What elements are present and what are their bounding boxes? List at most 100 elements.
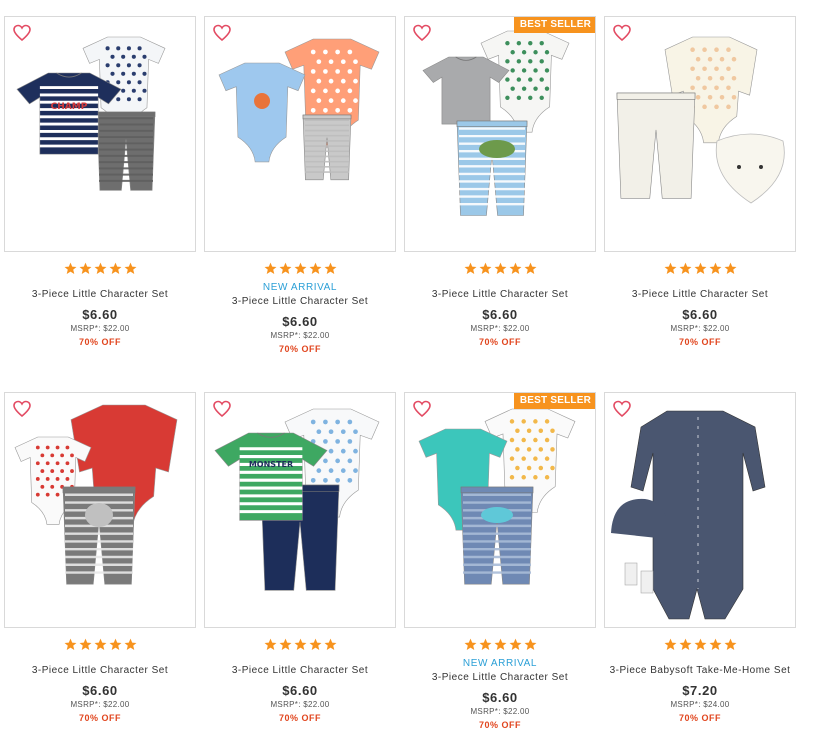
star-icon	[464, 638, 477, 651]
product-info: NEW ARRIVAL 3-Piece Little Character Set…	[404, 657, 596, 732]
star-icon	[94, 262, 107, 275]
wishlist-heart-icon[interactable]	[612, 400, 632, 418]
product-image[interactable]: BEST SELLER	[404, 392, 596, 628]
product-image[interactable]	[204, 16, 396, 252]
star-icon	[279, 638, 292, 651]
product-msrp: MSRP*: $22.00	[70, 324, 130, 333]
star-icon	[294, 262, 307, 275]
product-info: 3-Piece Little Character Set $6.60 MSRP*…	[204, 664, 396, 725]
star-icon	[309, 262, 322, 275]
navy-striped-tee-set-icon: CHAMP	[16, 36, 166, 191]
star-icon	[64, 262, 77, 275]
wishlist-heart-icon[interactable]	[212, 400, 232, 418]
star-icon	[264, 638, 277, 651]
product-msrp: MSRP*: $22.00	[470, 324, 530, 333]
discount-label: 70% OFF	[78, 713, 121, 723]
discount-label: 70% OFF	[478, 337, 521, 347]
product-info: 3-Piece Babysoft Take-Me-Home Set $7.20 …	[604, 664, 796, 725]
product-name[interactable]: 3-Piece Little Character Set	[604, 288, 796, 302]
star-icon	[709, 638, 722, 651]
product-info: 3-Piece Little Character Set $6.60 MSRP*…	[404, 288, 596, 349]
product-name[interactable]: 3-Piece Little Character Set	[204, 664, 396, 678]
wishlist-heart-icon[interactable]	[612, 24, 632, 42]
new-arrival-label: NEW ARRIVAL	[262, 282, 338, 293]
wishlist-heart-icon[interactable]	[412, 24, 432, 42]
star-icon	[109, 262, 122, 275]
discount-label: 70% OFF	[678, 337, 721, 347]
star-icon	[679, 638, 692, 651]
product-info: NEW ARRIVAL 3-Piece Little Character Set…	[204, 281, 396, 356]
star-icon	[294, 638, 307, 651]
product-image[interactable]	[604, 16, 796, 252]
product-name[interactable]: 3-Piece Babysoft Take-Me-Home Set	[604, 664, 796, 678]
star-icon	[124, 638, 137, 651]
product-name[interactable]: 3-Piece Little Character Set	[204, 295, 396, 309]
star-icon	[724, 262, 737, 275]
discount-label: 70% OFF	[278, 713, 321, 723]
gray-sleeper-hat-set-icon	[611, 410, 766, 620]
discount-label: 70% OFF	[78, 337, 121, 347]
dinosaur-set-icon	[422, 30, 570, 216]
wishlist-heart-icon[interactable]	[12, 400, 32, 418]
wishlist-heart-icon[interactable]	[412, 400, 432, 418]
star-icon	[464, 262, 477, 275]
product-grid: CHAMP 3-Piece Little Character Set $6.60…	[0, 0, 827, 733]
product-price: $6.60	[82, 307, 118, 322]
star-rating	[404, 262, 596, 276]
star-icon	[709, 262, 722, 275]
star-icon	[279, 262, 292, 275]
star-icon	[694, 638, 707, 651]
star-icon	[479, 638, 492, 651]
star-icon	[109, 638, 122, 651]
star-icon	[724, 638, 737, 651]
green-monster-set-icon: MONSTER	[214, 408, 380, 591]
star-icon	[309, 638, 322, 651]
star-icon	[664, 262, 677, 275]
product-msrp: MSRP*: $22.00	[270, 700, 330, 709]
star-icon	[324, 638, 337, 651]
discount-label: 70% OFF	[278, 344, 321, 354]
discount-label: 70% OFF	[678, 713, 721, 723]
product-name[interactable]: 3-Piece Little Character Set	[404, 288, 596, 302]
star-icon	[679, 262, 692, 275]
product-image[interactable]	[4, 392, 196, 628]
product-price: $6.60	[482, 307, 518, 322]
product-price: $6.60	[482, 690, 518, 705]
star-icon	[264, 262, 277, 275]
svg-text:MONSTER: MONSTER	[249, 460, 293, 469]
star-icon	[94, 638, 107, 651]
new-arrival-label: NEW ARRIVAL	[462, 658, 538, 669]
star-rating	[604, 262, 796, 276]
star-icon	[64, 638, 77, 651]
star-rating	[204, 262, 396, 276]
product-image[interactable]: MONSTER	[204, 392, 396, 628]
star-icon	[509, 638, 522, 651]
product-price: $7.20	[682, 683, 718, 698]
product-msrp: MSRP*: $22.00	[670, 324, 730, 333]
product-name[interactable]: 3-Piece Little Character Set	[404, 671, 596, 685]
product-image[interactable]: CHAMP	[4, 16, 196, 252]
star-icon	[324, 262, 337, 275]
best-seller-badge: BEST SELLER	[513, 17, 595, 33]
cream-bear-bib-set-icon	[616, 36, 785, 204]
star-icon	[124, 262, 137, 275]
star-rating	[404, 638, 596, 652]
star-icon	[524, 262, 537, 275]
teal-whale-set-icon	[418, 408, 576, 585]
star-icon	[664, 638, 677, 651]
product-name[interactable]: 3-Piece Little Character Set	[4, 664, 196, 678]
star-rating	[204, 638, 396, 652]
product-name[interactable]: 3-Piece Little Character Set	[4, 288, 196, 302]
product-msrp: MSRP*: $22.00	[470, 707, 530, 716]
wishlist-heart-icon[interactable]	[12, 24, 32, 42]
product-price: $6.60	[282, 314, 318, 329]
product-msrp: MSRP*: $24.00	[670, 700, 730, 709]
star-rating	[604, 638, 796, 652]
product-image[interactable]	[604, 392, 796, 628]
star-icon	[524, 638, 537, 651]
product-image[interactable]: BEST SELLER	[404, 16, 596, 252]
product-info: 3-Piece Little Character Set $6.60 MSRP*…	[4, 664, 196, 725]
star-icon	[79, 262, 92, 275]
product-info: 3-Piece Little Character Set $6.60 MSRP*…	[604, 288, 796, 349]
wishlist-heart-icon[interactable]	[212, 24, 232, 42]
